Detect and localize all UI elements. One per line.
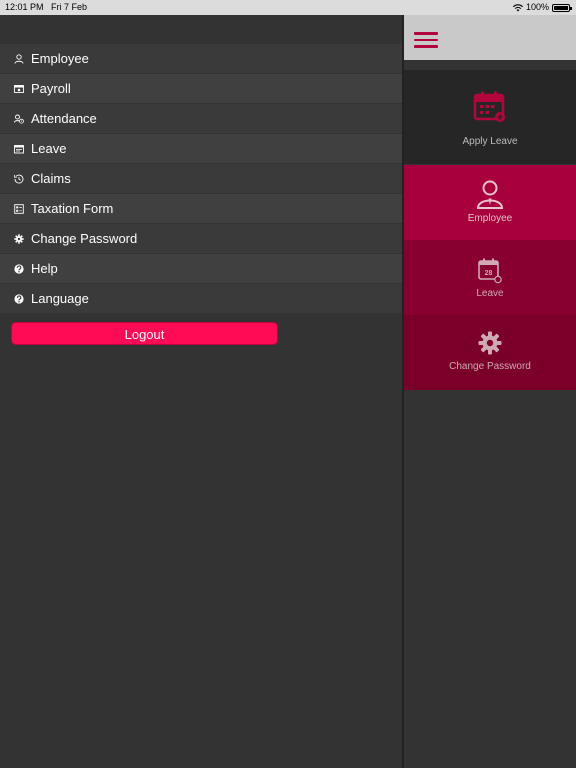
logout-button[interactable]: Logout [11, 322, 278, 345]
menu-item-label: Language [31, 291, 89, 306]
status-date: Fri 7 Feb [51, 2, 88, 12]
tile-label: Employee [467, 213, 513, 224]
form-icon [12, 202, 26, 216]
menu-item-label: Change Password [31, 231, 138, 246]
menu-item-help[interactable]: Help [0, 254, 402, 283]
hamburger-icon[interactable] [414, 32, 438, 48]
menu-item-label: Taxation Form [31, 201, 114, 216]
tile-label: Change Password [449, 361, 531, 372]
side-menu: Employee Payroll Attendance Leave Claims… [0, 15, 402, 768]
menu-item-attendance[interactable]: Attendance [0, 104, 402, 133]
tile-label: Leave [476, 288, 504, 299]
status-bar: 12:01 PM Fri 7 Feb 100% [0, 0, 576, 15]
tile-employee[interactable]: Employee [404, 165, 576, 240]
top-bar [404, 15, 576, 60]
status-time: 12:01 PM [5, 2, 44, 12]
dashboard-panel: Apply Leave Employee 28 Leave Change Pas… [404, 15, 576, 768]
gear-icon [12, 232, 26, 246]
status-right: 100% [512, 0, 572, 15]
user-icon [12, 52, 26, 66]
menu-item-label: Employee [31, 51, 89, 66]
tile-label: Apply Leave [462, 136, 518, 147]
tile-apply-leave[interactable]: Apply Leave [404, 70, 576, 164]
menu-header [0, 15, 402, 44]
menu-item-leave[interactable]: Leave [0, 134, 402, 163]
tile-change-password[interactable]: Change Password [404, 315, 576, 390]
user-icon [476, 179, 504, 209]
menu-item-claims[interactable]: Claims [0, 164, 402, 193]
menu-item-payroll[interactable]: Payroll [0, 74, 402, 103]
menu-item-label: Leave [31, 141, 67, 156]
menu-item-employee[interactable]: Employee [0, 44, 402, 73]
tile-leave[interactable]: 28 Leave [404, 240, 576, 315]
payroll-icon [12, 82, 26, 96]
menu-item-label: Payroll [31, 81, 71, 96]
gear-icon [478, 331, 502, 355]
battery-fill [554, 5, 568, 10]
help-icon [12, 292, 26, 306]
menu-item-language[interactable]: Language [0, 284, 402, 313]
battery-icon [552, 3, 572, 12]
calendar-icon [473, 90, 507, 124]
menu-item-label: Claims [31, 171, 71, 186]
leave-icon [12, 142, 26, 156]
attendance-icon [12, 112, 26, 126]
history-icon [12, 172, 26, 186]
leave-date-number: 28 [485, 270, 493, 277]
battery-percent: 100% [525, 2, 549, 12]
wifi-icon [512, 3, 523, 11]
calendar-icon: 28 [478, 258, 502, 284]
menu-item-label: Help [31, 261, 58, 276]
help-icon [12, 262, 26, 276]
menu-item-taxation-form[interactable]: Taxation Form [0, 194, 402, 223]
menu-item-change-password[interactable]: Change Password [0, 224, 402, 253]
menu-item-label: Attendance [31, 111, 97, 126]
